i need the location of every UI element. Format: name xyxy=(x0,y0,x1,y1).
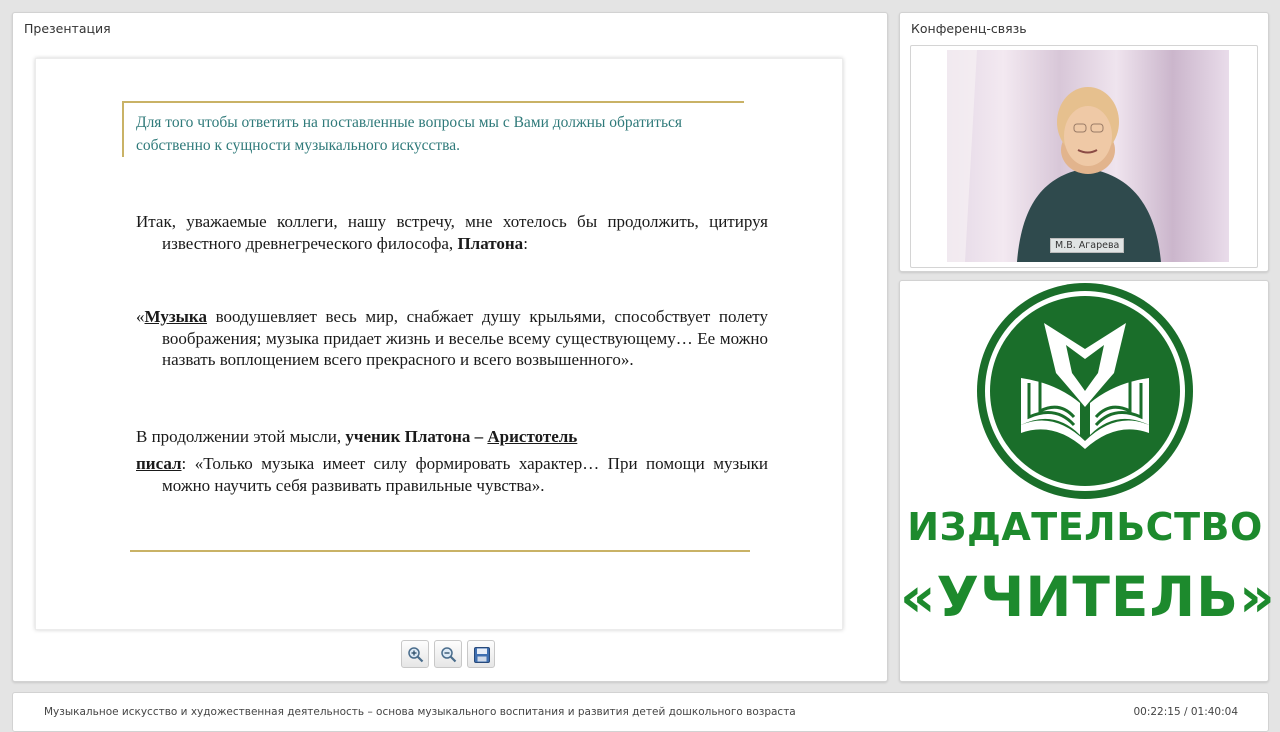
para2-text: воодушевляет весь мир, снабжает душу кры… xyxy=(162,307,768,369)
video-frame: М.В. Агарева xyxy=(910,45,1258,268)
para4-bold-underlined: писал xyxy=(136,454,182,473)
publisher-logo-panel: ИЗДАТЕЛЬСТВО «УЧИТЕЛЬ» xyxy=(899,280,1276,682)
slide-paragraph-1: Итак, уважаемые коллеги, нашу встречу, м… xyxy=(136,211,768,254)
para1-end: : xyxy=(523,233,528,253)
slide-paragraph-2: «Музыка воодушевляет весь мир, снабжает … xyxy=(136,306,768,371)
para3-bold-underlined: Аристотель xyxy=(487,427,578,446)
conference-title: Конференц-связь xyxy=(911,21,1027,36)
slide-paragraph-4: писал: «Только музыка имеет силу формиро… xyxy=(136,453,768,496)
footer-bar: Музыкальное искусство и художественная д… xyxy=(12,692,1269,732)
zoom-out-button[interactable] xyxy=(434,640,462,668)
course-title: Музыкальное искусство и художественная д… xyxy=(44,706,796,718)
para2-open: « xyxy=(136,307,145,326)
participant-name: М.В. Агарева xyxy=(1050,238,1125,253)
slide-paragraph-3: В продолжении этой мысли, ученик Платона… xyxy=(136,426,742,448)
presentation-title: Презентация xyxy=(24,21,111,36)
para4-text: : «Только музыка имеет силу формировать … xyxy=(162,454,768,495)
para2-bold: Музыка xyxy=(144,307,207,326)
para3-text: В продолжении этой мысли, xyxy=(136,427,346,446)
para1-bold: Платона xyxy=(457,233,524,253)
participant-silhouette xyxy=(947,50,1161,262)
para1-text: Итак, уважаемые коллеги, нашу встречу, м… xyxy=(136,212,768,253)
save-button[interactable] xyxy=(467,640,495,668)
logo-publisher-name: «УЧИТЕЛЬ» xyxy=(900,565,1276,629)
slide-header-text: Для того чтобы ответить на поставленные … xyxy=(136,114,683,154)
publisher-logo-icon xyxy=(977,283,1193,499)
zoom-in-button[interactable] xyxy=(401,640,429,668)
presentation-panel: Презентация Для того чтобы ответить на п… xyxy=(12,12,888,682)
para3-bold: ученик Платона – xyxy=(345,427,488,446)
conference-panel: Конференц-связь М.В. Агарева xyxy=(899,12,1269,272)
participant-video[interactable]: М.В. Агарева xyxy=(947,50,1229,262)
slide-bottom-rule xyxy=(130,550,750,552)
logo-publisher-word: ИЗДАТЕЛЬСТВО xyxy=(907,505,1263,549)
playback-timer: 00:22:15 / 01:40:04 xyxy=(1133,706,1238,718)
presentation-slide: Для того чтобы ответить на поставленные … xyxy=(35,58,843,630)
